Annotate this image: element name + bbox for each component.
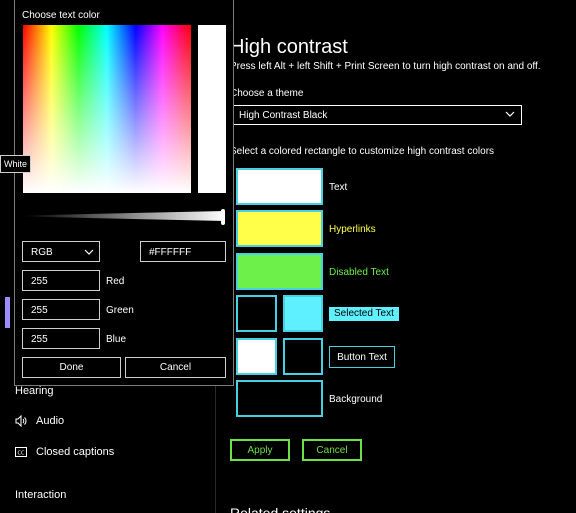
sidebar-item-label: Closed captions — [36, 446, 115, 458]
hex-value: #FFFFFF — [149, 247, 192, 258]
red-input[interactable]: 255 — [22, 270, 100, 291]
cancel-button[interactable]: Cancel — [302, 439, 362, 461]
section-interaction: Interaction — [15, 489, 67, 501]
red-value: 255 — [31, 276, 48, 287]
button-text-bg-swatch[interactable] — [236, 338, 277, 375]
disabled-text-color-label: Disabled Text — [329, 267, 389, 278]
red-label: Red — [106, 276, 125, 287]
hyperlinks-color-swatch[interactable] — [236, 210, 323, 247]
blue-input[interactable]: 255 — [22, 328, 100, 349]
blue-value: 255 — [31, 334, 48, 345]
button-text-label: Button Text — [329, 346, 395, 368]
sidebar-item-label: Audio — [36, 415, 65, 427]
rect-instructions: Select a colored rectangle to customize … — [230, 146, 495, 157]
theme-dropdown[interactable]: High Contrast Black — [230, 105, 522, 125]
page-title: High contrast — [230, 36, 348, 58]
sidebar-item-audio[interactable]: Audio — [15, 415, 64, 427]
cc-icon: CC — [15, 446, 27, 458]
apply-button[interactable]: Apply — [230, 439, 290, 461]
theme-dropdown-value: High Contrast Black — [239, 110, 328, 121]
color-picker-flyout: Choose text color RGB #FFFFFF 255 Red 25… — [14, 0, 234, 386]
text-color-label: Text — [329, 182, 348, 193]
green-label: Green — [106, 305, 134, 316]
related-settings-heading: Related settings — [230, 505, 331, 513]
color-tooltip: White — [0, 155, 31, 173]
picker-title: Choose text color — [22, 10, 100, 21]
page-subtitle: Press left Alt + left Shift + Print Scre… — [230, 61, 541, 72]
color-mode-value: RGB — [31, 247, 53, 258]
selected-text-label: Selected Text — [329, 307, 399, 321]
green-value: 255 — [31, 305, 48, 316]
background-color-swatch[interactable] — [236, 380, 323, 417]
nav-selection-indicator — [5, 297, 10, 328]
selected-text-bg-swatch[interactable] — [283, 295, 323, 332]
button-text-fg-swatch[interactable] — [283, 338, 323, 375]
chevron-down-icon — [84, 249, 94, 255]
hex-input[interactable]: #FFFFFF — [140, 241, 226, 262]
text-color-swatch[interactable] — [236, 168, 323, 205]
chevron-down-icon — [505, 111, 515, 117]
background-color-label: Background — [329, 394, 383, 405]
brightness-slider-thumb[interactable] — [221, 209, 225, 225]
color-preview — [198, 25, 226, 193]
green-input[interactable]: 255 — [22, 299, 100, 320]
selected-text-fg-swatch[interactable] — [236, 295, 277, 332]
picker-cancel-button[interactable]: Cancel — [125, 357, 226, 378]
done-button[interactable]: Done — [22, 357, 121, 378]
hyperlinks-color-label: Hyperlinks — [329, 224, 376, 235]
section-hearing: Hearing — [15, 385, 54, 397]
color-mode-dropdown[interactable]: RGB — [22, 241, 100, 262]
brightness-slider[interactable] — [23, 211, 225, 221]
speaker-icon — [15, 415, 27, 427]
blue-label: Blue — [106, 334, 127, 345]
svg-text:CC: CC — [18, 451, 25, 457]
disabled-text-color-swatch[interactable] — [236, 253, 323, 290]
sidebar-item-closed-captions[interactable]: CC Closed captions — [15, 446, 114, 458]
theme-label: Choose a theme — [230, 88, 304, 99]
color-spectrum[interactable] — [23, 25, 191, 193]
